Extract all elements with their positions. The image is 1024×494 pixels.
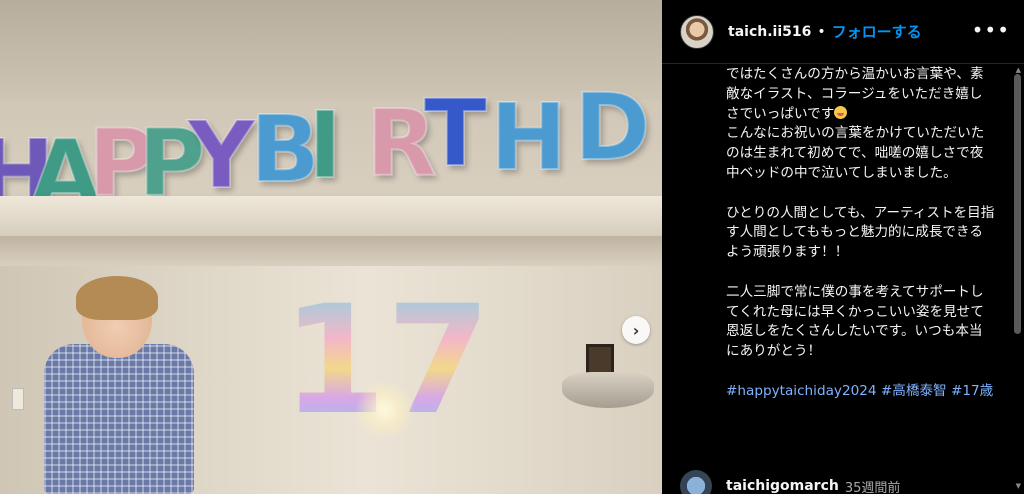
hashtag-link[interactable]: #高橋泰智: [881, 383, 947, 399]
caption-line: こんなにお祝いの言葉をかけていただいたのは生まれて初めてで、咄嗟の嬉しさで夜中ベ…: [726, 125, 985, 181]
separator-dot: •: [817, 23, 826, 40]
balloon-letter-y: Y: [187, 102, 256, 209]
carousel-next-button[interactable]: ›: [622, 316, 650, 344]
hashtags: #happytaichiday2024 #高橋泰智 #17歳: [726, 382, 996, 402]
scrollbar[interactable]: [1014, 68, 1022, 488]
checked-shirt: [44, 344, 194, 494]
scroll-up-arrow-icon[interactable]: ▲: [1016, 66, 1021, 74]
post-photo: H A P P Y B I R T H D 17 ›: [0, 0, 662, 494]
comment-row: taichigomarch 35週間前: [680, 470, 900, 494]
more-options-icon[interactable]: •••: [972, 20, 1010, 40]
commenter-avatar[interactable]: [680, 470, 712, 494]
lamp-glow: [355, 380, 415, 440]
author-username[interactable]: taich.ii516: [728, 24, 811, 40]
balloon-letter-t: T: [423, 80, 488, 187]
light-switch: [12, 388, 24, 410]
angel-wing-shelf: [562, 372, 654, 408]
balloon-letter-h: H: [489, 84, 568, 191]
smiling-face-emoji-icon: [834, 105, 848, 119]
wall-shelf: [0, 196, 662, 236]
scrollbar-thumb[interactable]: [1014, 74, 1021, 334]
post-caption: ではたくさんの方から温かいお言葉や、素敵なイラスト、コラージュをいただき嬉しさで…: [726, 65, 996, 402]
caption-line: 二人三脚で常に僕の事を考えてサポートしてくれた母には早くかっこいい姿を見せて恩返…: [726, 283, 984, 360]
caption-scroll-area[interactable]: ではたくさんの方から温かいお言葉や、素敵なイラスト、コラージュをいただき嬉しさで…: [662, 65, 1024, 494]
post-side-panel: taich.ii516 • フォローする ••• ではたくさんの方から温かいお言…: [662, 0, 1024, 494]
person: [36, 276, 196, 494]
caption-line: ではたくさんの方から温かいお言葉や、素敵なイラスト、コラージュをいただき嬉しさで…: [726, 66, 984, 122]
comment-timestamp[interactable]: 35週間前: [845, 477, 901, 494]
commenter-username[interactable]: taichigomarch: [726, 478, 839, 494]
balloon-letter-i: I: [307, 92, 343, 199]
post-header: taich.ii516 • フォローする •••: [662, 0, 1024, 64]
avatar[interactable]: [680, 14, 714, 49]
scroll-down-arrow-icon[interactable]: ▼: [1016, 482, 1021, 490]
caption-line: ひとりの人間としても、アーティストを目指す人間としてももっと魅力的に成長できるよ…: [726, 204, 995, 261]
hashtag-link[interactable]: #17歳: [951, 383, 993, 399]
hashtag-link[interactable]: #happytaichiday2024: [726, 383, 877, 399]
follow-button[interactable]: フォローする: [832, 21, 922, 42]
chevron-right-icon: ›: [632, 320, 640, 340]
hair: [76, 276, 158, 320]
shelf-shadow: [0, 236, 662, 266]
balloon-letter-d: D: [573, 74, 651, 181]
